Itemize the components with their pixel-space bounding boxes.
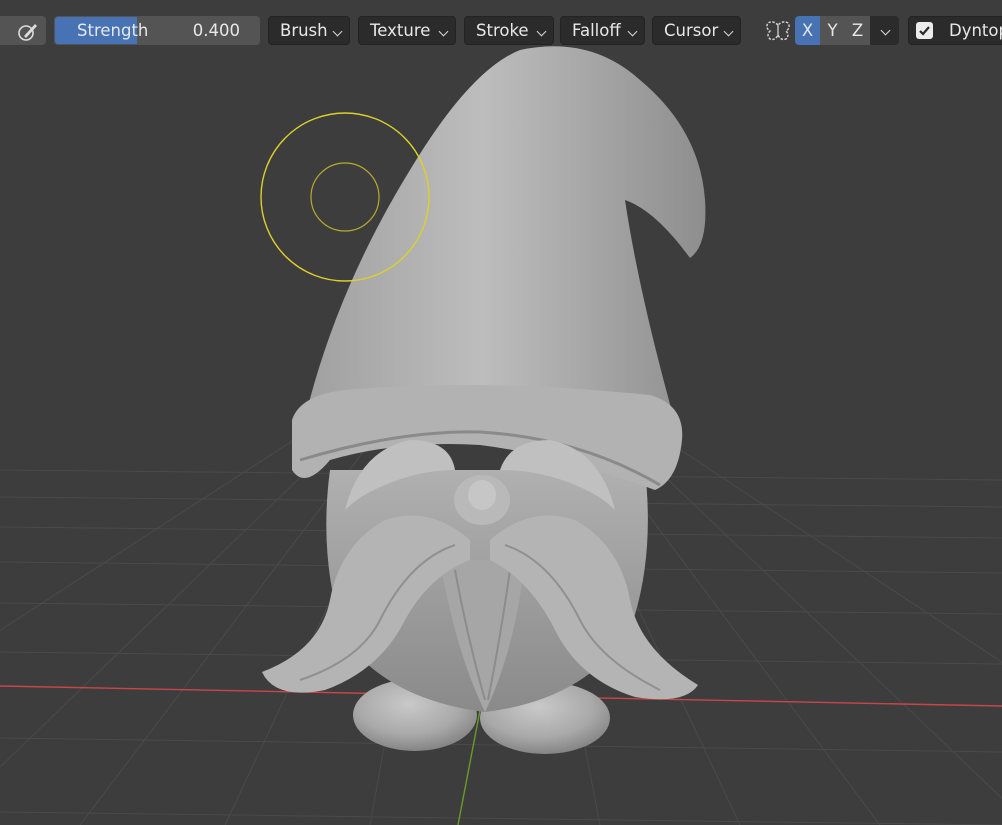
chevron-down-icon xyxy=(332,26,343,37)
brush-dropdown[interactable]: Brush xyxy=(268,16,350,45)
strength-value: 0.400 xyxy=(192,21,240,40)
strength-slider[interactable]: Strength 0.400 xyxy=(54,16,260,45)
mirror-x-label: X xyxy=(801,21,814,40)
mirror-y-label: Y xyxy=(827,21,838,40)
texture-dropdown[interactable]: Texture xyxy=(358,16,456,45)
texture-dropdown-label: Texture xyxy=(370,21,431,40)
brush-tool-button[interactable] xyxy=(0,16,46,45)
cursor-dropdown-label: Cursor xyxy=(664,21,719,40)
mirror-z-toggle[interactable]: Z xyxy=(845,16,870,45)
chevron-down-icon xyxy=(438,26,449,37)
mirror-x-toggle[interactable]: X xyxy=(795,16,820,45)
3d-viewport[interactable] xyxy=(0,0,1002,825)
mirror-y-toggle[interactable]: Y xyxy=(820,16,845,45)
falloff-dropdown[interactable]: Falloff xyxy=(560,16,645,45)
mirror-z-label: Z xyxy=(851,21,864,40)
checkbox-icon[interactable] xyxy=(916,22,933,39)
chevron-down-icon xyxy=(536,26,547,37)
stroke-dropdown-label: Stroke xyxy=(476,21,529,40)
pen-icon xyxy=(15,20,39,46)
cursor-dropdown[interactable]: Cursor xyxy=(652,16,741,45)
symmetry-options-dropdown[interactable] xyxy=(870,16,899,45)
stroke-dropdown[interactable]: Stroke xyxy=(464,16,554,45)
brush-dropdown-label: Brush xyxy=(280,21,328,40)
dyntopo-label: Dyntopo xyxy=(949,21,1002,40)
butterfly-icon xyxy=(765,20,791,46)
dyntopo-toggle[interactable]: Dyntopo xyxy=(908,16,1002,45)
chevron-down-icon xyxy=(880,25,891,36)
falloff-dropdown-label: Falloff xyxy=(572,21,621,40)
chevron-down-icon xyxy=(627,26,638,37)
chevron-down-icon xyxy=(723,26,734,37)
strength-label: Strength xyxy=(77,21,149,40)
